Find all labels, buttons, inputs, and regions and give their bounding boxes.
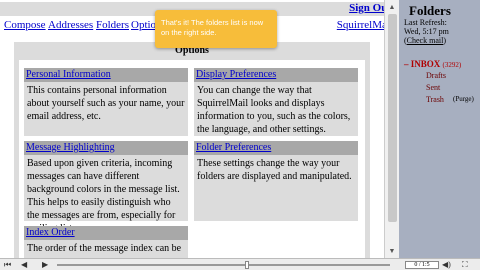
skip-back-icon[interactable]: ⏮ [4,259,11,270]
nav-addresses[interactable]: Addresses [48,19,93,31]
panel-header: Folder Preferences [194,141,358,155]
inbox-bullet-icon: – [404,59,411,69]
panel-header: Message Highlighting [24,141,188,155]
panel-description: These settings change the way your folde… [194,155,358,221]
nav-compose[interactable]: Compose [4,19,46,31]
nav-options[interactable]: Optio [131,19,156,31]
rewind-icon[interactable]: ◀ [21,259,27,270]
main-pane: Sign Out Compose Addresses Folders Optio… [0,0,399,258]
panel-description: You can change the way that SquirrelMail… [194,82,358,136]
scroll-down-arrow-icon[interactable]: ▼ [387,246,397,256]
message-highlighting-link[interactable]: Message Highlighting [26,142,115,153]
panel-header: Display Preferences [194,68,358,82]
index-order-link[interactable]: Index Order [26,227,75,238]
video-player-bar: ⏮ ◀ ▶ 0 / 1:5 ◀) ⛶ [0,258,480,270]
scroll-up-arrow-icon[interactable]: ▲ [387,2,397,12]
panel-message-highlighting: Message Highlighting Based upon given cr… [24,141,188,234]
inbox-label[interactable]: INBOX [411,59,441,69]
scroll-thumb[interactable] [388,14,397,222]
folder-preferences-link[interactable]: Folder Preferences [196,142,271,153]
progress-handle[interactable] [244,261,249,269]
volume-icon[interactable]: ◀) [442,259,451,270]
folder-inbox[interactable]: – INBOX (3292) [404,59,461,69]
folder-drafts[interactable]: Drafts [426,71,446,80]
panel-description: Based upon given criteria, incoming mess… [24,155,188,234]
personal-information-link[interactable]: Personal Information [26,69,111,80]
folders-sidebar: Folders Last Refresh: Wed, 5:17 pm (Chec… [399,0,480,258]
tooltip-callout: That's it! The folders list is now on th… [155,10,277,48]
panel-header: Personal Information [24,68,188,82]
inbox-count: (3292) [442,61,462,69]
folder-trash[interactable]: Trash [426,95,444,104]
panel-folder-preferences: Folder Preferences These settings change… [194,141,358,221]
display-preferences-link[interactable]: Display Preferences [196,69,276,80]
progress-track[interactable] [57,264,390,266]
check-mail: (Check mail) [404,36,446,45]
fullscreen-icon[interactable]: ⛶ [462,259,468,270]
panel-personal-information: Personal Information This contains perso… [24,68,188,136]
panel-header: Index Order [24,226,188,240]
panel-index-order: Index Order The order of the message ind… [24,226,188,258]
screen: Sign Out Compose Addresses Folders Optio… [0,0,480,270]
folder-sent[interactable]: Sent [426,83,440,92]
panel-description: This contains personal information about… [24,82,188,136]
last-refresh-time: Wed, 5:17 pm [404,27,449,36]
play-icon[interactable]: ▶ [42,259,48,270]
vertical-scrollbar[interactable]: ▲ ▼ [384,0,399,258]
folders-title: Folders [409,3,451,18]
panel-display-preferences: Display Preferences You can change the w… [194,68,358,136]
last-refresh-label: Last Refresh: [404,18,447,27]
nav-folders[interactable]: Folders [96,19,129,31]
panel-description: The order of the message index can be [24,240,188,258]
check-mail-link[interactable]: Check mail [407,36,444,45]
time-counter: 0 / 1:5 [405,261,439,269]
purge-link[interactable]: (Purge) [453,95,474,103]
